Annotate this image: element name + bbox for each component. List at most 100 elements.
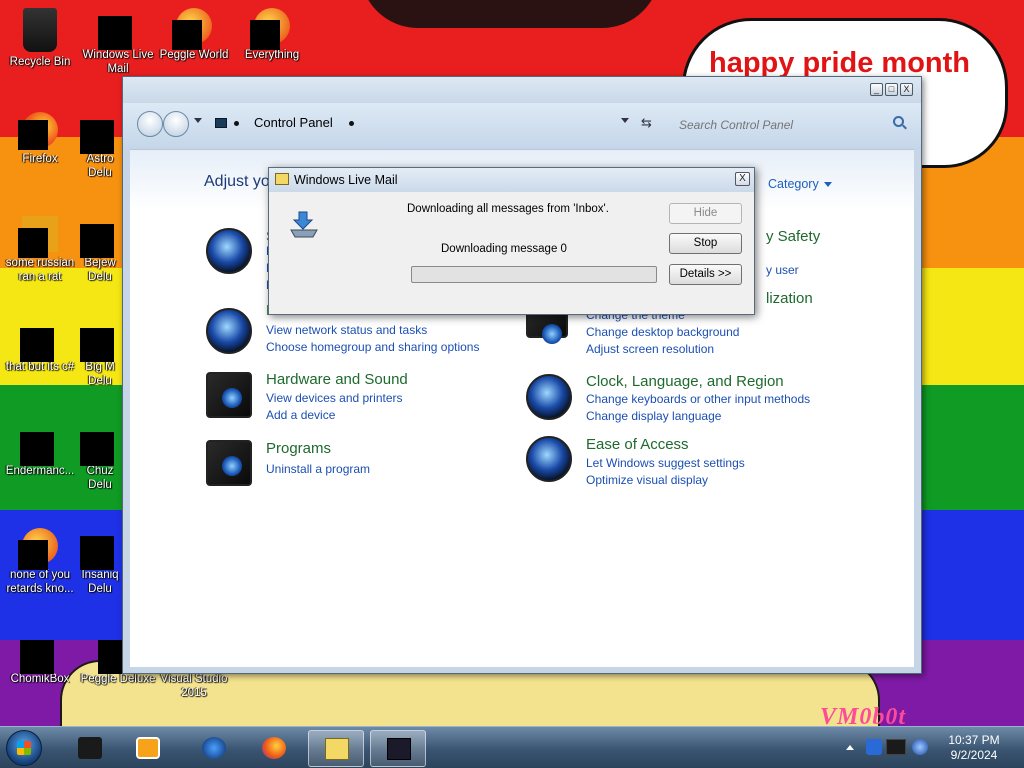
system-clock[interactable]: 10:37 PM 9/2/2024 [934, 733, 1014, 763]
taskbar-item-explorer[interactable] [62, 730, 118, 767]
category-link[interactable]: View devices and printers [266, 391, 403, 405]
desktop-icon-firefox[interactable]: Firefox [0, 112, 80, 166]
desktop-icon-some-russian[interactable]: some russian ran a rat [0, 216, 80, 284]
category-title[interactable]: lization [766, 290, 813, 307]
close-button[interactable]: X [900, 83, 913, 96]
category-title[interactable]: Hardware and Sound [266, 371, 408, 388]
page-heading: Adjust yo [204, 173, 270, 190]
category-link[interactable]: Choose homegroup and sharing options [266, 340, 479, 354]
category-link[interactable]: y user [766, 263, 799, 277]
taskbar-item-firefox[interactable] [246, 730, 302, 767]
desktop-icon-endermanch[interactable]: Endermanc... [0, 424, 80, 478]
search-input[interactable] [665, 113, 913, 137]
desktop-icon-label: Endermanc... [5, 465, 75, 477]
address-bar: Control Panel ⇆ [123, 103, 921, 147]
game-icon [80, 112, 118, 154]
breadcrumb-separator-icon[interactable] [349, 121, 354, 126]
desktop-icon-insaniquarium-deluxe[interactable]: Insaniq Delu [78, 528, 122, 596]
category-link[interactable]: Change keyboards or other input methods [586, 392, 810, 406]
clock-globe-icon[interactable] [526, 374, 572, 420]
maximize-button[interactable]: □ [885, 83, 898, 96]
desktop-icon-label: Windows Live Mail [82, 49, 154, 75]
taskbar-item-windows-live-mail[interactable] [308, 730, 364, 767]
view-by-dropdown[interactable]: Category [768, 177, 832, 191]
download-arrow-icon [290, 211, 318, 238]
network-internet-icon[interactable] [206, 308, 252, 354]
hardware-sound-icon[interactable] [206, 372, 252, 418]
desktop-icon-peggle-world[interactable]: Peggle World [154, 8, 234, 62]
start-button[interactable] [6, 730, 42, 766]
recent-pages-dropdown[interactable] [194, 118, 202, 123]
game-icon [80, 216, 118, 258]
address-dropdown[interactable] [621, 118, 629, 123]
forward-button[interactable] [163, 111, 189, 137]
category-title[interactable]: y Safety [766, 228, 820, 245]
desktop-icon-label: Big M Delu [85, 361, 115, 387]
show-hidden-icons-button[interactable] [846, 745, 854, 750]
media-player-icon [136, 737, 160, 759]
mail-icon [275, 173, 289, 185]
desktop-icon-big-money-deluxe[interactable]: Big M Delu [78, 320, 122, 388]
mail-icon [325, 738, 349, 760]
refresh-icon[interactable]: ⇆ [641, 115, 652, 131]
desktop-icon-astro-deluxe[interactable]: Astro Delu [78, 112, 122, 180]
category-link[interactable]: Change display language [586, 409, 721, 423]
download-dialog: Windows Live Mail X Downloading all mess… [268, 167, 755, 315]
control-panel-small-icon [215, 118, 227, 128]
category-link[interactable]: Change desktop background [586, 325, 739, 339]
network-tray-icon[interactable] [866, 739, 882, 755]
taskbar: 10:37 PM 9/2/2024 [0, 726, 1024, 768]
desktop-icon-label: that but its c# [5, 361, 75, 373]
desktop-icon-recycle-bin[interactable]: Recycle Bin [0, 8, 80, 69]
clock-date: 9/2/2024 [950, 748, 998, 762]
control-panel-window: _ □ X Control Panel ⇆ Adjust yo Category… [122, 76, 922, 674]
category-link[interactable]: Add a device [266, 408, 335, 422]
desktop-icon-that-but-its-csharp[interactable]: that but its c# [0, 320, 80, 374]
desktop-icon-chomikbox[interactable]: ChomikBox [0, 632, 80, 686]
desktop-icon-chuzzle-deluxe[interactable]: Chuz Delu [78, 424, 122, 492]
dialog-titlebar[interactable]: Windows Live Mail X [269, 168, 754, 192]
file-icon [18, 216, 58, 258]
volume-tray-icon[interactable] [912, 739, 928, 755]
hide-button[interactable]: Hide [669, 203, 742, 224]
ease-of-access-icon[interactable] [526, 436, 572, 482]
category-title[interactable]: Ease of Access [586, 436, 689, 453]
taskbar-item-control-panel[interactable] [370, 730, 426, 767]
desktop-icon-label: Peggle World [159, 49, 229, 61]
desktop-icon-label: ChomikBox [10, 673, 70, 685]
recycle-bin-icon [23, 8, 57, 52]
window-controls: _ □ X [870, 83, 913, 96]
search-icon[interactable] [893, 116, 904, 127]
category-title[interactable]: Programs [266, 440, 331, 457]
window-titlebar[interactable] [123, 77, 921, 103]
category-link[interactable]: Adjust screen resolution [586, 342, 714, 356]
category-link[interactable]: Optimize visual display [586, 473, 708, 487]
stop-button[interactable]: Stop [669, 233, 742, 254]
category-link[interactable]: Uninstall a program [266, 462, 370, 476]
category-link[interactable]: View network status and tasks [266, 323, 427, 337]
desktop-icon-bejeweled-deluxe[interactable]: Bejew Delu [78, 216, 122, 284]
back-button[interactable] [137, 111, 163, 137]
taskbar-item-internet-explorer[interactable] [186, 730, 242, 767]
desktop-icon-everything[interactable]: Everything [232, 8, 312, 62]
chevron-down-icon [823, 182, 832, 188]
breadcrumb-control-panel[interactable]: Control Panel [254, 115, 333, 130]
firefox-icon [18, 112, 58, 150]
desktop-icon-label: Peggle Deluxe [80, 673, 156, 685]
taskbar-item-media-player[interactable] [120, 730, 176, 767]
category-title[interactable]: Clock, Language, and Region [586, 373, 784, 390]
monitor-tray-icon[interactable] [886, 739, 906, 755]
system-security-icon[interactable] [206, 228, 252, 274]
minimize-button[interactable]: _ [870, 83, 883, 96]
category-link[interactable]: Let Windows suggest settings [586, 456, 745, 470]
desktop-icon-label: Astro Delu [86, 153, 114, 179]
breadcrumb-separator-icon[interactable] [234, 121, 239, 126]
desktop-icon-label: some russian ran a rat [5, 257, 75, 283]
game-icon [80, 528, 118, 570]
desktop-icon-windows-live-mail[interactable]: Windows Live Mail [78, 8, 158, 76]
windows-logo-icon [17, 741, 31, 755]
programs-icon[interactable] [206, 440, 252, 486]
dialog-close-button[interactable]: X [735, 172, 750, 186]
desktop-icon-none-of-you[interactable]: none of you retards kno... [0, 528, 80, 596]
details-button[interactable]: Details >> [669, 264, 742, 285]
